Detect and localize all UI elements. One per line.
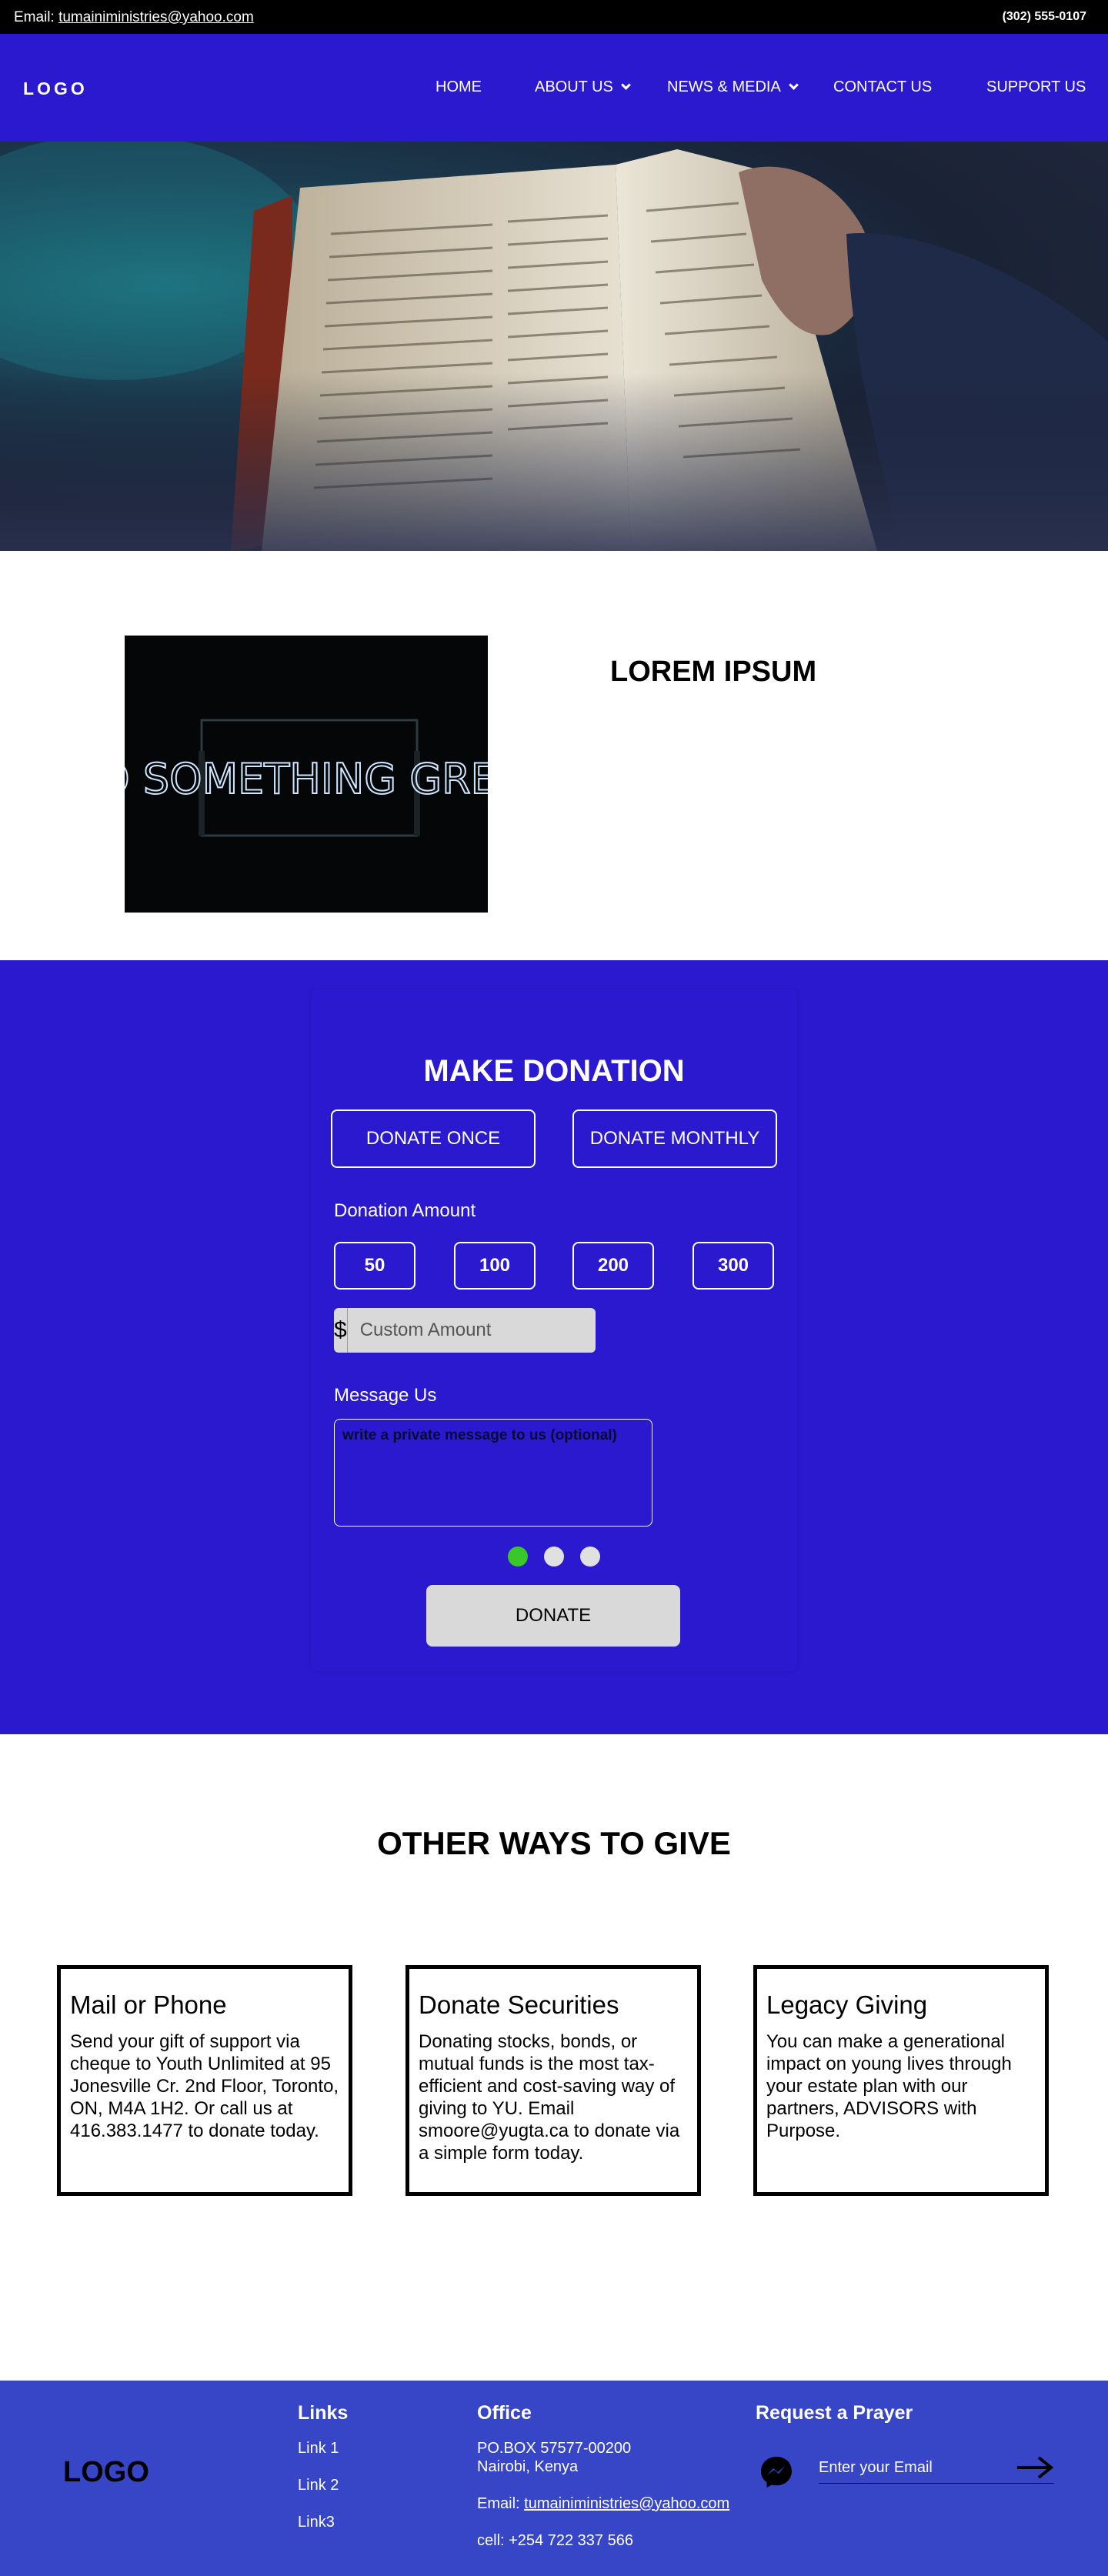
- message-textarea[interactable]: [334, 1419, 652, 1527]
- nav-item-label: ABOUT US: [535, 78, 613, 95]
- give-card-legacy: Legacy Giving You can make a generationa…: [753, 1965, 1049, 2196]
- dollar-sign-icon: $: [334, 1308, 348, 1353]
- footer-link-2[interactable]: Link 2: [298, 2476, 339, 2494]
- footer-logo[interactable]: LOGO: [63, 2456, 149, 2489]
- footer-po-box: PO.BOX 57577-00200: [477, 2440, 632, 2457]
- step-indicator-dot[interactable]: [580, 1547, 600, 1567]
- give-card-title: Mail or Phone: [70, 1990, 227, 2019]
- main-nav: LOGO HOME ABOUT US NEWS & MEDIA CONTACT …: [0, 34, 1108, 142]
- donation-section: MAKE DONATION DONATE ONCE DONATE MONTHLY…: [0, 960, 1108, 1734]
- nav-item-about-us[interactable]: ABOUT US: [535, 78, 631, 96]
- give-card-title: Donate Securities: [419, 1990, 619, 2019]
- topbar-email-link[interactable]: tumainiministries@yahoo.com: [58, 9, 254, 25]
- footer-email: Email: tumainiministries@yahoo.com: [477, 2494, 729, 2513]
- give-card-title: Legacy Giving: [766, 1990, 928, 2019]
- amount-option-100[interactable]: 100: [454, 1242, 536, 1290]
- custom-amount-input[interactable]: [347, 1308, 596, 1353]
- footer-link-1[interactable]: Link 1: [298, 2439, 339, 2458]
- footer: LOGO Links Link 1 Link 2 Link3 Office PO…: [0, 2381, 1108, 2576]
- give-card-securities: Donate Securities Donating stocks, bonds…: [405, 1965, 701, 2196]
- arrow-right-icon[interactable]: [1016, 2454, 1054, 2481]
- nav-item-label: SUPPORT US: [986, 78, 1086, 95]
- feature-title: LOREM IPSUM: [610, 656, 817, 688]
- donation-amount-label: Donation Amount: [334, 1200, 476, 1221]
- nav-logo[interactable]: LOGO: [23, 78, 88, 99]
- donation-title: MAKE DONATION: [423, 1054, 685, 1088]
- footer-city: Nairobi, Kenya: [477, 2458, 579, 2475]
- topbar-phone: (302) 555-0107: [1002, 10, 1086, 23]
- nav-item-label: NEWS & MEDIA: [667, 78, 781, 95]
- amount-option-200[interactable]: 200: [572, 1242, 654, 1290]
- nav-item-support-us[interactable]: SUPPORT US: [986, 78, 1086, 96]
- donate-submit-button[interactable]: DONATE: [426, 1585, 680, 1647]
- neon-sign-illustration: DO SOMETHING GREAT: [125, 636, 488, 913]
- topbar-email: Email: tumainiministries@yahoo.com: [14, 9, 254, 26]
- give-card-body: You can make a generational impact on yo…: [766, 2031, 1012, 2141]
- step-indicator-dot[interactable]: [508, 1547, 528, 1567]
- give-card-body: Donating stocks, bonds, or mutual funds …: [419, 2031, 680, 2164]
- nav-item-label: CONTACT US: [833, 78, 933, 95]
- amount-option-300[interactable]: 300: [692, 1242, 774, 1290]
- donation-card: MAKE DONATION DONATE ONCE DONATE MONTHLY…: [311, 989, 797, 1671]
- topbar-email-label: Email:: [14, 9, 55, 25]
- hero-image: [0, 142, 1108, 551]
- feature-image: DO SOMETHING GREAT: [125, 636, 488, 913]
- amount-option-50[interactable]: 50: [334, 1242, 416, 1290]
- footer-office-heading: Office: [477, 2402, 532, 2424]
- neon-sign-text: DO SOMETHING GREAT: [125, 755, 488, 803]
- other-ways-title: OTHER WAYS TO GIVE: [377, 1825, 731, 1861]
- donate-monthly-button[interactable]: DONATE MONTHLY: [572, 1109, 777, 1168]
- nav-item-contact-us[interactable]: CONTACT US: [833, 78, 932, 96]
- nav-item-home[interactable]: HOME: [436, 78, 482, 96]
- footer-cell: cell: +254 722 337 566: [477, 2532, 633, 2549]
- custom-amount-field: $: [334, 1308, 596, 1353]
- nav-item-label: HOME: [436, 78, 482, 95]
- prayer-heading: Request a Prayer: [756, 2402, 913, 2424]
- message-label: Message Us: [334, 1385, 437, 1406]
- footer-links-heading: Links: [298, 2402, 349, 2424]
- give-card-body: Send your gift of support via cheque to …: [70, 2031, 339, 2141]
- open-bible-illustration: [0, 142, 1108, 551]
- footer-link-3[interactable]: Link3: [298, 2513, 335, 2531]
- nav-item-news-media[interactable]: NEWS & MEDIA: [667, 78, 799, 96]
- chevron-down-icon: [621, 80, 631, 90]
- top-bar: Email: tumainiministries@yahoo.com (302)…: [0, 0, 1108, 34]
- donate-once-button[interactable]: DONATE ONCE: [331, 1109, 536, 1168]
- give-card-mail-phone: Mail or Phone Send your gift of support …: [57, 1965, 352, 2196]
- chevron-down-icon: [788, 80, 799, 90]
- footer-email-link[interactable]: tumainiministries@yahoo.com: [524, 2495, 729, 2512]
- step-indicator-dot[interactable]: [544, 1547, 564, 1567]
- footer-email-label: Email:: [477, 2495, 520, 2512]
- messenger-icon[interactable]: [759, 2454, 794, 2490]
